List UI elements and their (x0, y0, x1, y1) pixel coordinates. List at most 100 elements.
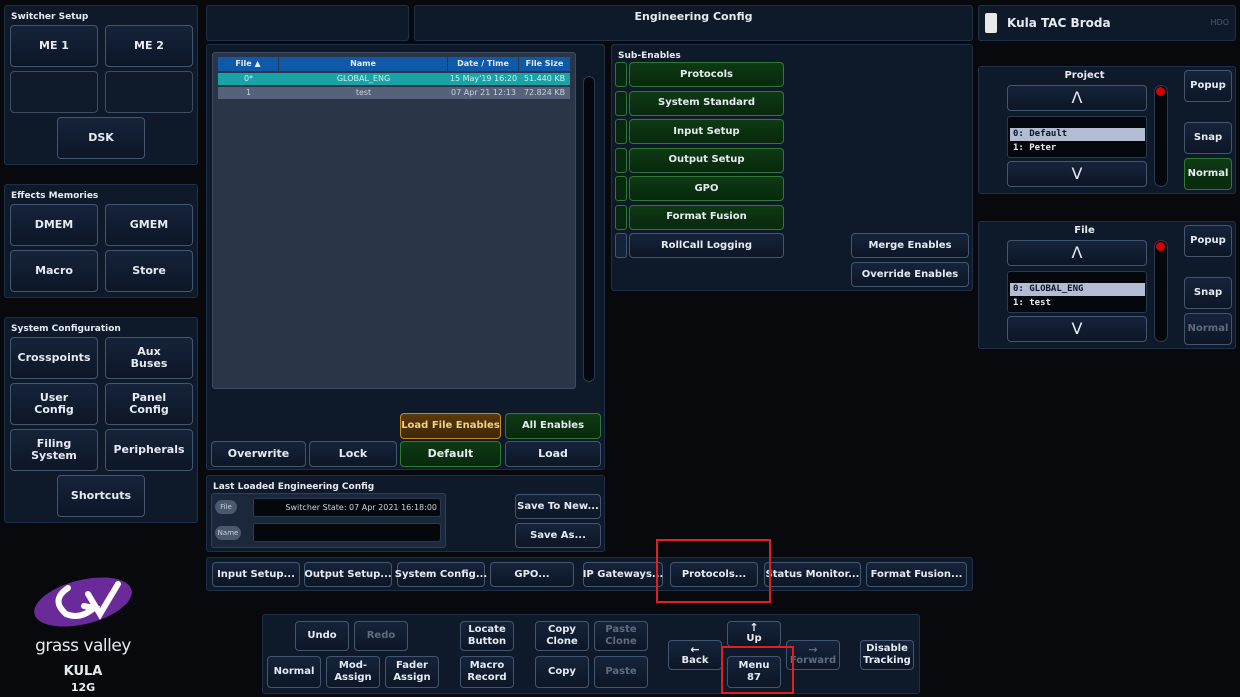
macro-button[interactable]: Macro (10, 250, 98, 292)
grass-valley-logo (28, 572, 138, 632)
file-scroll-down-button[interactable]: V (1007, 316, 1147, 342)
project-normal-button[interactable]: Normal (1184, 158, 1232, 190)
load-file-enables-button[interactable]: Load File Enables (400, 413, 501, 439)
sub-enable-protocols-button[interactable]: Protocols (629, 62, 784, 87)
column-header-size[interactable]: File Size (519, 57, 570, 71)
empty-button-2[interactable] (105, 71, 193, 113)
me2-button[interactable]: ME 2 (105, 25, 193, 67)
column-header-name[interactable]: Name (279, 57, 447, 71)
grass-valley-logo-icon (34, 577, 132, 627)
forward-button[interactable]: → Forward (786, 640, 840, 670)
panel-config-button[interactable]: Panel Config (105, 383, 193, 425)
normal-button[interactable]: Normal (267, 656, 321, 688)
dsk-button[interactable]: DSK (57, 117, 145, 159)
file-snap-button[interactable]: Snap (1184, 277, 1232, 309)
save-as-button[interactable]: Save As... (515, 523, 601, 548)
last-loaded-title: Last Loaded Engineering Config (213, 482, 375, 492)
file-scroll-up-button[interactable]: Λ (1007, 240, 1147, 266)
sub-enable-system-standard-button[interactable]: System Standard (629, 90, 784, 116)
list-item[interactable]: 1: Peter (1010, 142, 1145, 155)
file-list[interactable]: 0: GLOBAL_ENG 1: test (1007, 271, 1147, 313)
save-to-new-button[interactable]: Save To New... (515, 494, 601, 519)
list-item[interactable]: 1: test (1010, 297, 1145, 310)
me1-button[interactable]: ME 1 (10, 25, 98, 67)
peripherals-button[interactable]: Peripherals (105, 429, 193, 471)
store-button[interactable]: Store (105, 250, 193, 292)
file-table-header: File ▲ Name Date / Time File Size (218, 57, 570, 71)
file-scrollbar[interactable] (1154, 240, 1168, 342)
file-table-scrollbar[interactable] (583, 76, 595, 382)
back-button[interactable]: ← Back (668, 640, 722, 670)
file-label: File (215, 500, 237, 514)
tab-system-config[interactable]: System Config... (395, 562, 487, 587)
column-header-file[interactable]: File ▲ (218, 57, 278, 71)
project-list[interactable]: 0: Default 1: Peter (1007, 116, 1147, 158)
effects-memories-title: Effects Memories (11, 191, 99, 201)
project-tally-led (1156, 87, 1165, 96)
sub-enable-rollcall-logging-button[interactable]: RollCall Logging (629, 233, 784, 258)
sub-enable-format-fusion-button[interactable]: Format Fusion (629, 204, 784, 230)
tab-format-fusion[interactable]: Format Fusion... (866, 562, 967, 587)
paste-button[interactable]: Paste (594, 656, 648, 688)
lock-button[interactable]: Lock (309, 441, 397, 467)
redo-button[interactable]: Redo (354, 621, 408, 651)
load-button[interactable]: Load (505, 441, 601, 467)
project-scroll-down-button[interactable]: V (1007, 161, 1147, 187)
file-panel-title: File (1074, 225, 1095, 236)
merge-enables-button[interactable]: Merge Enables (851, 233, 969, 258)
sub-enable-output-setup-button[interactable]: Output Setup (629, 147, 784, 173)
mod-assign-button[interactable]: Mod- Assign (326, 656, 380, 688)
user-config-button[interactable]: User Config (10, 383, 98, 425)
forward-arrow-icon: → (808, 642, 818, 656)
list-item[interactable]: 0: GLOBAL_ENG (1010, 283, 1145, 296)
empty-button-1[interactable] (10, 71, 98, 113)
filing-system-button[interactable]: Filing System (10, 429, 98, 471)
gmem-button[interactable]: GMEM (105, 204, 193, 246)
project-scrollbar[interactable] (1154, 85, 1168, 187)
protocols-highlight-box (656, 539, 771, 603)
undo-button[interactable]: Undo (295, 621, 349, 651)
tab-output-setup[interactable]: Output Setup... (304, 562, 392, 587)
cell-file: 1 (245, 88, 252, 97)
list-item[interactable]: 0: Default (1010, 128, 1145, 141)
copy-button[interactable]: Copy (535, 656, 589, 688)
cell-file: 0* (243, 74, 254, 83)
sub-enable-indicator (615, 204, 627, 230)
paste-clone-button[interactable]: Paste Clone (594, 621, 648, 651)
dmem-button[interactable]: DMEM (10, 204, 98, 246)
sub-enable-indicator (615, 147, 627, 173)
file-normal-button[interactable]: Normal (1184, 313, 1232, 345)
up-button[interactable]: ↑ Up (727, 621, 781, 647)
disable-tracking-button[interactable]: Disable Tracking (860, 640, 914, 670)
tab-gpo[interactable]: GPO... (490, 562, 574, 587)
table-row[interactable]: 0* GLOBAL_ENG 15 May'19 16:20 51.440 KB (218, 73, 570, 85)
project-snap-button[interactable]: Snap (1184, 122, 1232, 154)
sub-enable-gpo-button[interactable]: GPO (629, 176, 784, 201)
fader-assign-button[interactable]: Fader Assign (385, 656, 439, 688)
column-header-date[interactable]: Date / Time (448, 57, 518, 71)
locate-button-button[interactable]: Locate Button (460, 621, 514, 651)
project-scroll-up-button[interactable]: Λ (1007, 85, 1147, 111)
tab-status-monitor[interactable]: Status Monitor... (764, 562, 861, 587)
default-button[interactable]: Default (400, 441, 501, 467)
up-arrow-icon: ↑ (749, 621, 759, 634)
project-popup-button[interactable]: Popup (1184, 70, 1232, 102)
forward-label: Forward (789, 654, 837, 666)
file-popup-button[interactable]: Popup (1184, 225, 1232, 257)
table-row[interactable]: 1 test 07 Apr 21 12:13 72.824 KB (218, 87, 570, 99)
all-enables-button[interactable]: All Enables (505, 413, 601, 439)
shortcuts-button[interactable]: Shortcuts (57, 475, 145, 517)
macro-record-button[interactable]: Macro Record (460, 656, 514, 688)
sub-enable-indicator (615, 176, 627, 201)
file-table[interactable]: File ▲ Name Date / Time File Size 0* GLO… (212, 52, 576, 389)
copy-clone-button[interactable]: Copy Clone (535, 621, 589, 651)
overwrite-button[interactable]: Overwrite (211, 441, 306, 467)
crosspoints-button[interactable]: Crosspoints (10, 337, 98, 379)
sub-enable-indicator (615, 62, 627, 87)
sub-enable-input-setup-button[interactable]: Input Setup (629, 119, 784, 144)
tab-ip-gateways[interactable]: IP Gateways... (583, 562, 663, 587)
tab-input-setup[interactable]: Input Setup... (212, 562, 300, 587)
override-enables-button[interactable]: Override Enables (851, 262, 969, 287)
page-title: Engineering Config (634, 10, 753, 23)
aux-buses-button[interactable]: Aux Buses (105, 337, 193, 379)
